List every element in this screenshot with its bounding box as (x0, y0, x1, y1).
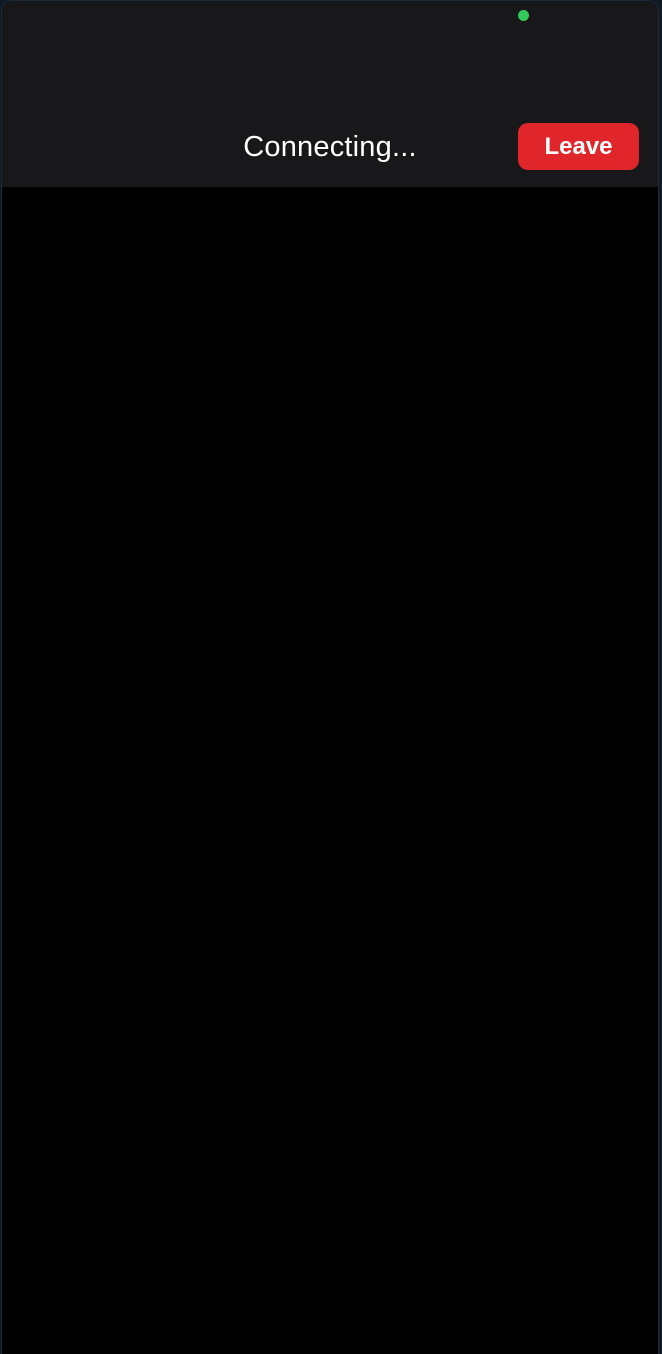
leave-button[interactable]: Leave (518, 123, 639, 170)
video-area (2, 187, 658, 1354)
meeting-header: Connecting... Leave (2, 1, 658, 187)
meeting-window: Connecting... Leave (2, 1, 658, 1354)
camera-active-indicator-icon (518, 10, 529, 21)
